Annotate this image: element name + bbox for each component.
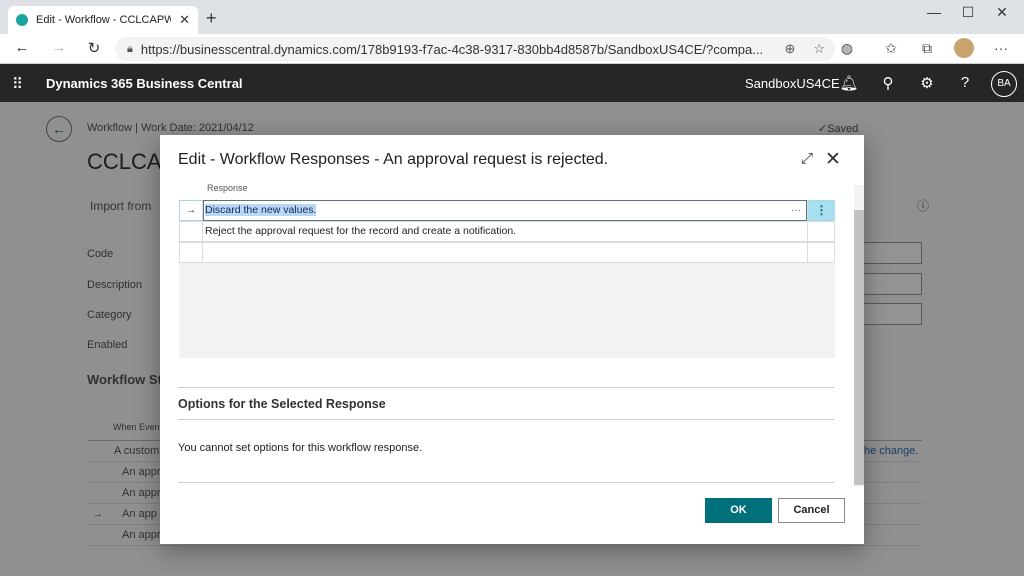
response-text: Discard the new values. [205, 204, 317, 216]
search-icon[interactable]: ⚲ [877, 74, 899, 92]
current-row-arrow-icon: → [180, 201, 203, 220]
cancel-button[interactable]: Cancel [778, 498, 845, 523]
help-icon[interactable]: ? [954, 74, 976, 91]
new-tab-icon[interactable]: + [206, 9, 217, 27]
row-actions-icon[interactable]: ⋮ [807, 201, 835, 220]
row-actions-cell[interactable] [807, 243, 835, 262]
response-column-header[interactable]: Response [207, 183, 248, 193]
ok-button[interactable]: OK [705, 498, 772, 523]
divider [178, 482, 834, 483]
user-avatar[interactable]: BA [991, 71, 1017, 97]
responses-grid: → Discard the new values. ··· ⋮ Reject t… [179, 200, 835, 358]
app-launcher-icon[interactable]: ⠿ [12, 75, 23, 93]
extension-globe-icon[interactable]: ◍ [836, 40, 858, 57]
address-toolbar: ← → ↻ 🔒︎ https://businesscentral.dynamic… [0, 34, 1024, 64]
browser-tab-bar: Edit - Workflow - CCLCAPW-01 - ✕ + — ☐ ✕ [0, 0, 1024, 34]
browser-profile-avatar[interactable] [954, 38, 974, 58]
options-message: You cannot set options for this workflow… [178, 442, 423, 454]
url-bar[interactable]: 🔒︎ https://businesscentral.dynamics.com/… [115, 37, 835, 61]
response-cell[interactable]: Discard the new values. ··· [203, 200, 807, 221]
dialog-title: Edit - Workflow Responses - An approval … [178, 151, 609, 168]
close-window-icon[interactable]: ✕ [986, 4, 1018, 21]
add-site-icon[interactable]: ⊕ [784, 41, 795, 57]
response-row[interactable]: Reject the approval request for the reco… [179, 221, 835, 242]
row-actions-cell[interactable] [807, 222, 835, 241]
browser-tab[interactable]: Edit - Workflow - CCLCAPW-01 - ✕ [8, 6, 198, 34]
minimize-icon[interactable]: — [918, 4, 950, 20]
business-central-favicon-icon [16, 14, 28, 26]
row-selector[interactable] [180, 222, 203, 241]
lookup-ellipsis-icon[interactable]: ··· [791, 201, 801, 220]
forward-icon[interactable]: → [47, 39, 71, 56]
row-selector[interactable] [180, 243, 203, 262]
lock-icon: 🔒︎ [127, 42, 133, 55]
workflow-responses-dialog: Edit - Workflow Responses - An approval … [160, 135, 864, 544]
close-tab-icon[interactable]: ✕ [179, 12, 190, 28]
refresh-icon[interactable]: ↻ [82, 39, 106, 57]
url-text: https://businesscentral.dynamics.com/178… [140, 41, 764, 57]
options-section-title[interactable]: Options for the Selected Response [178, 397, 386, 411]
app-header: ⠿ Dynamics 365 Business Central SandboxU… [0, 64, 1024, 102]
environment-name: SandboxUS4CE [745, 76, 840, 91]
favorites-icon[interactable]: ✩ [880, 40, 902, 57]
divider [178, 419, 834, 420]
back-icon[interactable]: ← [10, 39, 34, 56]
response-text[interactable]: Reject the approval request for the reco… [204, 222, 807, 241]
close-icon[interactable]: ✕ [823, 148, 843, 171]
favorite-star-icon[interactable]: ☆ [813, 41, 825, 57]
settings-gear-icon[interactable]: ⚙ [916, 74, 938, 92]
expand-icon[interactable]: ⤢ [798, 150, 816, 167]
response-row[interactable] [179, 242, 835, 263]
response-text[interactable] [204, 243, 807, 262]
app-title: Dynamics 365 Business Central [46, 76, 243, 91]
collections-icon[interactable]: ⧉ [916, 40, 938, 57]
tab-title: Edit - Workflow - CCLCAPW-01 - [36, 14, 172, 26]
response-row[interactable]: → Discard the new values. ··· ⋮ [179, 200, 835, 221]
more-options-icon[interactable]: ··· [990, 40, 1012, 56]
divider [178, 387, 834, 388]
scrollbar-thumb[interactable] [854, 210, 864, 485]
maximize-icon[interactable]: ☐ [952, 4, 984, 21]
notification-bell-icon[interactable]: 🔔︎ [838, 74, 860, 92]
